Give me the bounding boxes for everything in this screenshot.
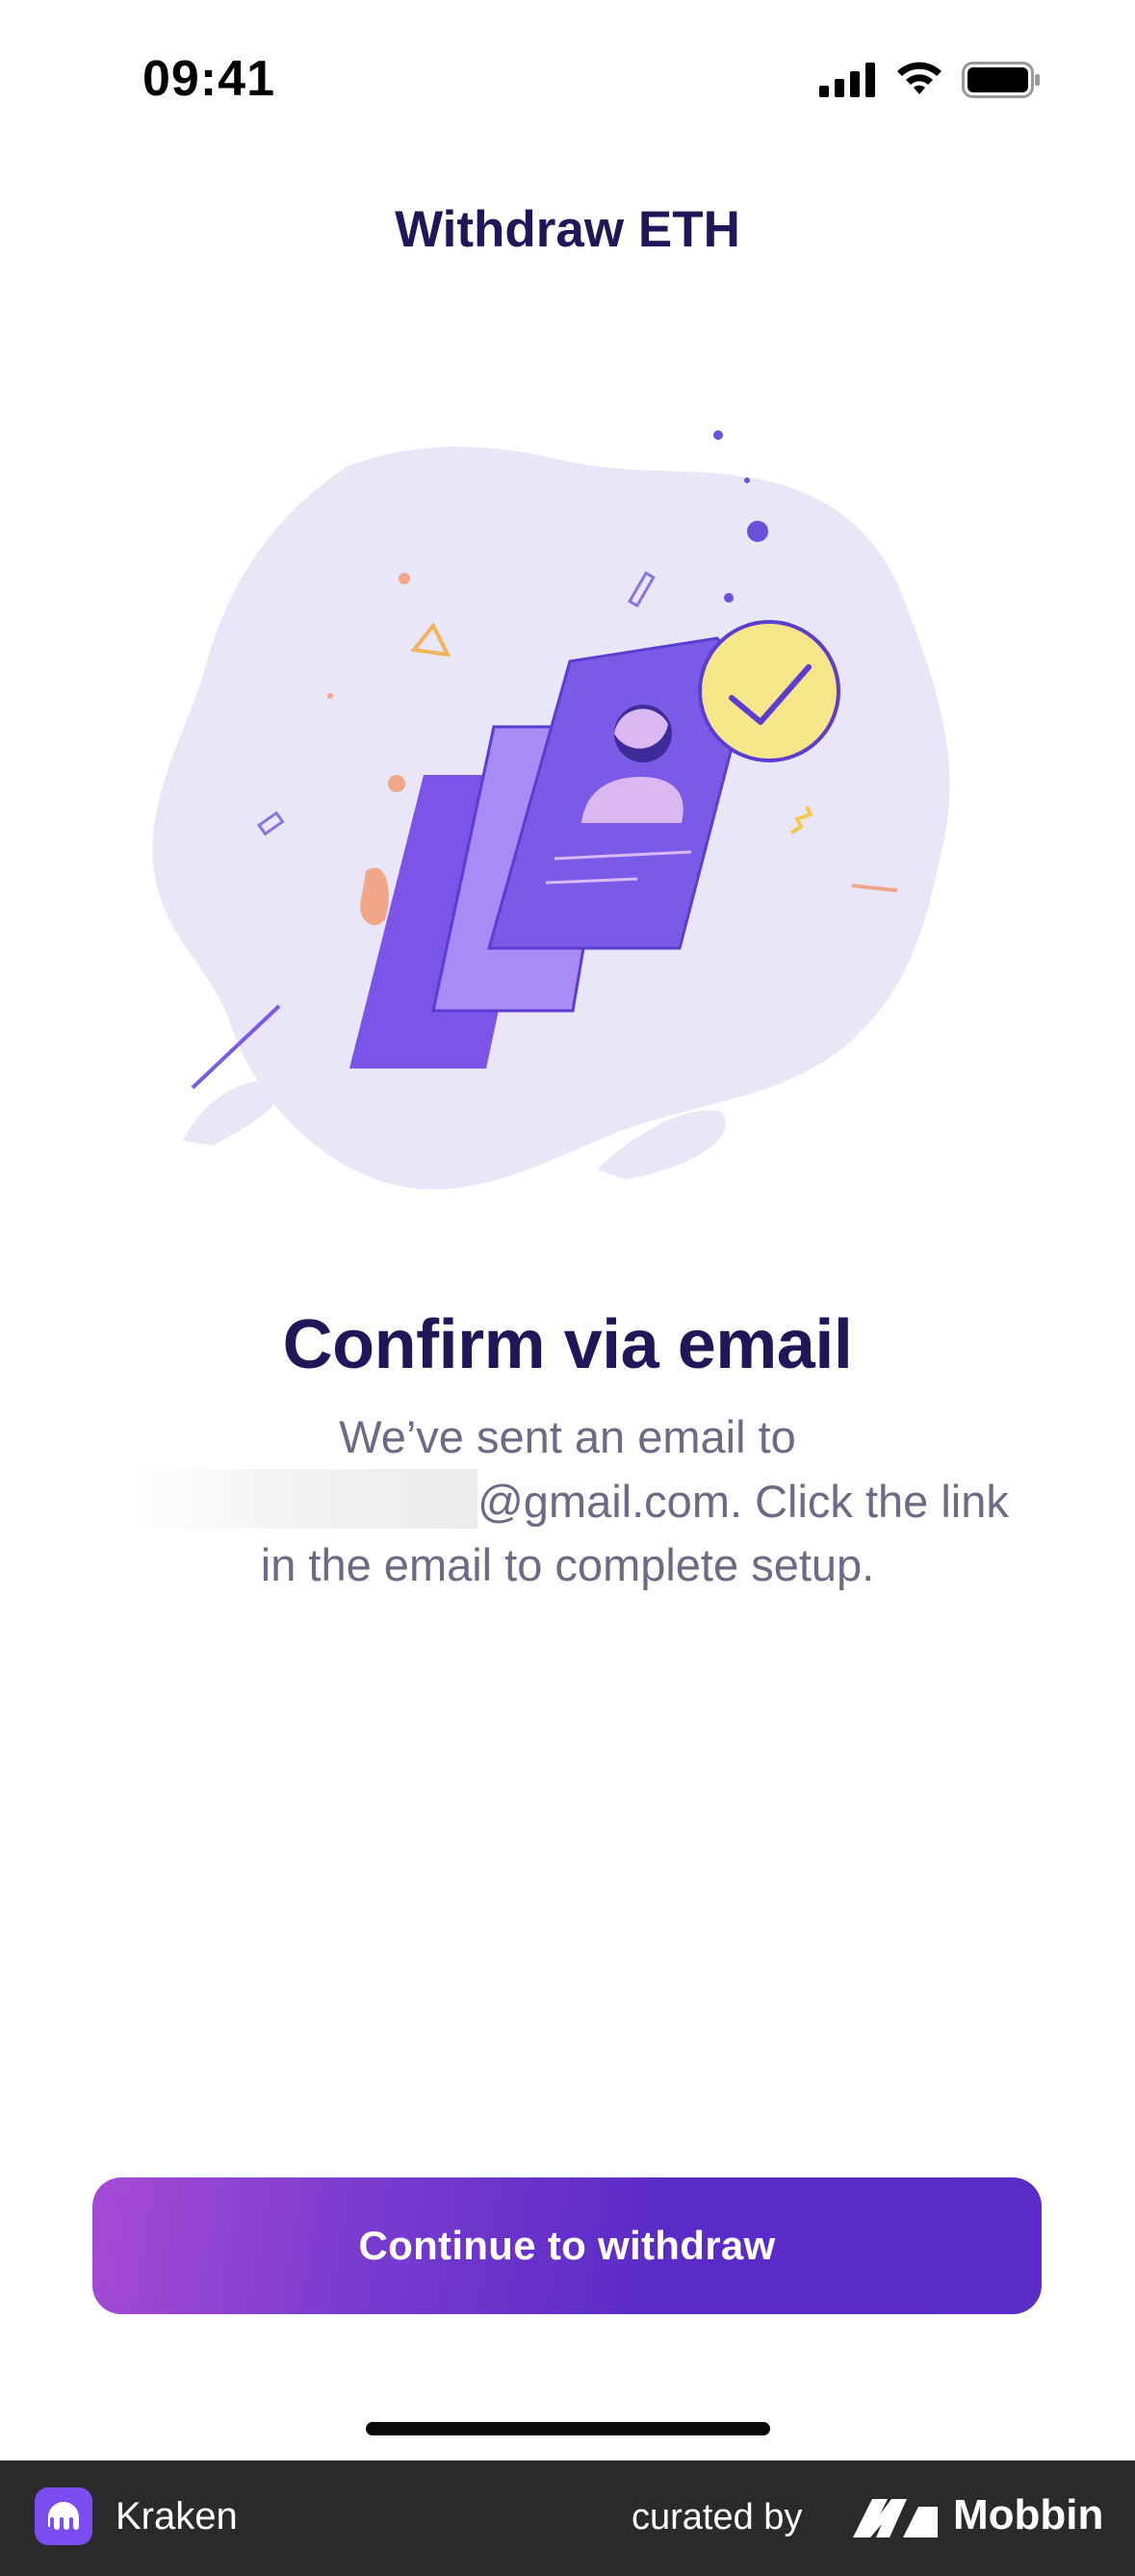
redacted-email [126,1469,478,1529]
check-badge [698,620,840,762]
status-icons [819,62,1041,98]
mobbin-logo-icon [853,2499,938,2537]
identity-verification-illustration [152,430,950,1190]
message-line-2: @gmail.com. Click the link [0,1469,1135,1533]
cellular-signal-icon [819,63,875,97]
continue-to-withdraw-button[interactable]: Continue to withdraw [92,2177,1042,2314]
status-time: 09:41 [142,51,275,107]
footer-bar: Kraken curated by Mobbin [0,2460,1135,2576]
confirmation-message: We’ve sent an email to @gmail.com. Click… [0,1405,1135,1597]
footer-brand: Mobbin [953,2491,1104,2538]
confirm-title: Confirm via email [282,1306,853,1383]
email-suffix: @gmail.com. Click the link [477,1476,1009,1527]
footer-curated-by: curated by [632,2497,803,2537]
message-line-1: We’ve sent an email to [339,1411,796,1462]
kraken-logo-icon [35,2487,92,2545]
home-indicator[interactable] [366,2422,770,2435]
footer-app-name: Kraken [116,2495,238,2537]
page-title: Withdraw ETH [395,201,740,258]
battery-icon [962,62,1040,98]
wifi-icon [897,62,942,94]
message-line-3: in the email to complete setup. [260,1539,875,1590]
status-bar: 09:41 [0,0,1135,168]
